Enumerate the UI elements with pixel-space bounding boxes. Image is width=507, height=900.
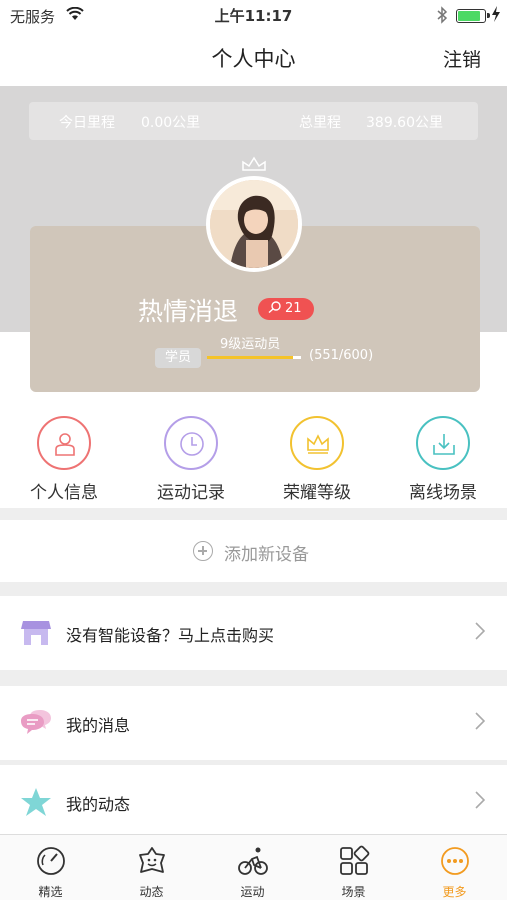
nav-bar: 个人中心 注销 — [0, 30, 507, 86]
small-crown-icon — [242, 156, 266, 171]
store-icon — [21, 621, 51, 645]
personal-info-circle — [37, 416, 91, 470]
star-icon — [21, 788, 51, 816]
offline-scene-circle — [416, 416, 470, 470]
buy-device-label: 没有智能设备？马上点击购买 — [66, 626, 275, 645]
add-device-button[interactable]: 添加新设备 — [0, 520, 507, 582]
profile-area: 今日里程 0.00公里 总里程 389.60公里 热情消退 21 学员 9级运动… — [0, 86, 507, 406]
plus-circle-icon — [193, 541, 213, 561]
level-progress-fill — [207, 356, 294, 359]
personal-info-button[interactable]: 个人信息 — [4, 416, 124, 503]
role-tag: 学员 — [155, 348, 201, 368]
avatar-photo — [210, 180, 298, 268]
cyclist-icon — [238, 847, 268, 875]
tab-sport[interactable]: 运动 — [202, 835, 303, 900]
tab-moments-label: 动态 — [139, 885, 164, 899]
today-mileage-label: 今日里程 — [59, 115, 115, 131]
total-mileage-label: 总里程 — [299, 115, 341, 131]
message-icon — [21, 710, 51, 734]
tab-scenes-label: 场景 — [341, 885, 366, 899]
today-mileage-value: 0.00公里 — [141, 115, 201, 131]
fans-badge[interactable]: 21 — [258, 298, 314, 320]
tab-moments[interactable]: 动态 — [101, 835, 202, 900]
buy-device-row[interactable]: 没有智能设备？马上点击购买 — [0, 596, 507, 670]
avatar[interactable] — [206, 176, 302, 272]
tab-scenes[interactable]: 场景 — [303, 835, 404, 900]
tab-more[interactable]: 更多 — [404, 835, 505, 900]
exercise-record-label: 运动记录 — [157, 483, 225, 503]
clock-time: 上午11:17 — [214, 7, 293, 25]
status-bar: 无服务 上午11:17 — [0, 0, 507, 30]
level-progress-text: (551/600) — [309, 348, 374, 363]
grid-icon — [340, 845, 370, 875]
quick-actions: 个人信息 运动记录 荣耀等级 离线场景 — [0, 406, 507, 508]
tab-featured-label: 精选 — [38, 885, 63, 899]
honor-level-label: 荣耀等级 — [283, 483, 351, 503]
clock-icon — [180, 432, 204, 456]
mileage-summary: 今日里程 0.00公里 总里程 389.60公里 — [29, 102, 478, 140]
charging-icon — [492, 6, 500, 22]
tab-sport-label: 运动 — [240, 885, 265, 899]
exercise-record-button[interactable]: 运动记录 — [131, 416, 251, 503]
more-icon — [441, 847, 469, 875]
logout-button[interactable]: 注销 — [443, 45, 481, 72]
exercise-record-circle — [164, 416, 218, 470]
username: 热情消退 — [138, 297, 239, 326]
total-mileage-value: 389.60公里 — [366, 115, 443, 131]
my-messages-row[interactable]: 我的消息 — [0, 686, 507, 760]
crown-icon — [307, 434, 329, 454]
level-progress-bar — [207, 356, 301, 359]
honor-level-button[interactable]: 荣耀等级 — [257, 416, 377, 503]
my-moments-row[interactable]: 我的动态 — [0, 765, 507, 839]
honor-level-circle — [290, 416, 344, 470]
tab-featured[interactable]: 精选 — [0, 835, 101, 900]
personal-info-label: 个人信息 — [30, 483, 98, 503]
person-icon — [55, 433, 75, 456]
download-icon — [433, 434, 455, 455]
my-moments-label: 我的动态 — [66, 795, 131, 814]
gauge-icon — [37, 847, 65, 875]
battery-icon — [456, 9, 490, 23]
chevron-right-icon — [475, 791, 485, 809]
add-device-label: 添加新设备 — [224, 545, 309, 565]
page-title: 个人中心 — [211, 47, 296, 71]
tab-more-label: 更多 — [442, 885, 467, 899]
offline-scene-label: 离线场景 — [409, 483, 477, 503]
chevron-right-icon — [475, 712, 485, 730]
level-title: 9级运动员 — [220, 337, 281, 352]
face-icon — [139, 847, 165, 873]
offline-scene-button[interactable]: 离线场景 — [383, 416, 503, 503]
bluetooth-icon — [437, 6, 448, 24]
my-messages-label: 我的消息 — [66, 716, 131, 735]
tab-bar: 精选 动态 运动 场景 更多 — [0, 834, 507, 900]
search-icon — [268, 301, 281, 313]
fans-count: 21 — [285, 301, 302, 316]
chevron-right-icon — [475, 622, 485, 640]
